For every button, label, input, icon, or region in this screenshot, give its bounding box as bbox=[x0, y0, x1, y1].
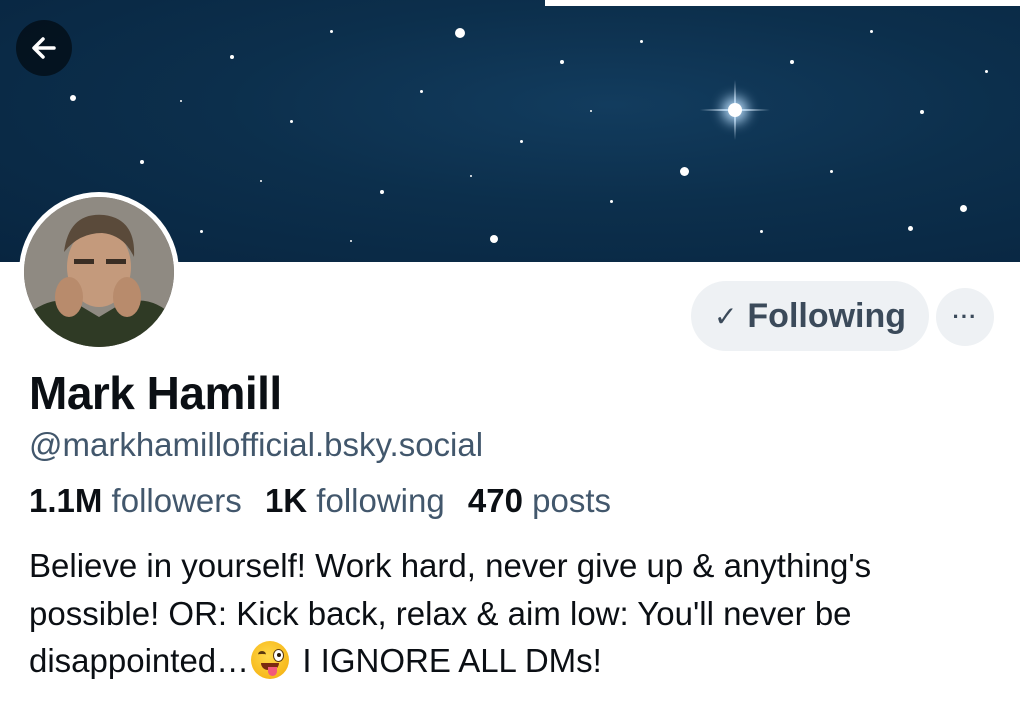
display-name: Mark Hamill bbox=[29, 367, 282, 419]
followers-label: followers bbox=[111, 482, 242, 519]
followers-count: 1.1M bbox=[29, 482, 103, 519]
profile-stats: 1.1M followers 1K following 470 posts bbox=[29, 482, 625, 520]
star bbox=[790, 60, 794, 64]
bright-star bbox=[700, 80, 770, 140]
star bbox=[260, 180, 262, 182]
bio-text-end: I IGNORE ALL DMs! bbox=[293, 642, 602, 679]
star bbox=[908, 226, 913, 231]
following-button-label: Following bbox=[747, 296, 907, 335]
star bbox=[380, 190, 384, 194]
banner-top-border bbox=[545, 0, 1020, 6]
avatar-portrait-image bbox=[24, 197, 174, 347]
star bbox=[290, 120, 293, 123]
star bbox=[470, 175, 472, 177]
profile-handle: @markhamillofficial.bsky.social bbox=[29, 426, 484, 463]
star bbox=[760, 230, 763, 233]
star bbox=[140, 160, 144, 164]
back-button[interactable] bbox=[16, 20, 72, 76]
avatar[interactable] bbox=[24, 197, 174, 347]
star bbox=[985, 70, 988, 73]
star bbox=[960, 205, 967, 212]
star bbox=[560, 60, 564, 64]
star bbox=[490, 235, 498, 243]
star bbox=[610, 200, 613, 203]
star bbox=[680, 167, 689, 176]
following-button[interactable]: ✓ Following bbox=[691, 281, 929, 351]
star bbox=[200, 230, 203, 233]
profile-bio: Believe in yourself! Work hard, never gi… bbox=[29, 542, 1004, 685]
following-label: following bbox=[316, 482, 445, 519]
star bbox=[870, 30, 873, 33]
star bbox=[230, 55, 234, 59]
posts-label: posts bbox=[532, 482, 611, 519]
posts-count: 470 bbox=[467, 482, 523, 519]
star bbox=[640, 40, 643, 43]
star bbox=[455, 28, 465, 38]
winking-face-with-tongue-icon bbox=[251, 641, 290, 679]
star bbox=[830, 170, 833, 173]
avatar-frame bbox=[19, 192, 179, 352]
arrow-left-icon bbox=[32, 37, 56, 59]
star bbox=[920, 110, 924, 114]
posts-stat: 470 posts bbox=[468, 482, 611, 519]
star bbox=[350, 240, 352, 242]
ellipsis-icon: ··· bbox=[952, 304, 978, 329]
star bbox=[180, 100, 182, 102]
star bbox=[420, 90, 423, 93]
star bbox=[330, 30, 333, 33]
check-icon: ✓ bbox=[713, 300, 738, 332]
following-stat[interactable]: 1K following bbox=[265, 482, 445, 519]
following-count: 1K bbox=[264, 482, 308, 519]
star bbox=[520, 140, 523, 143]
star bbox=[70, 95, 76, 101]
more-options-button[interactable]: ··· bbox=[936, 288, 994, 346]
followers-stat[interactable]: 1.1M followers bbox=[29, 482, 242, 519]
star bbox=[590, 110, 592, 112]
